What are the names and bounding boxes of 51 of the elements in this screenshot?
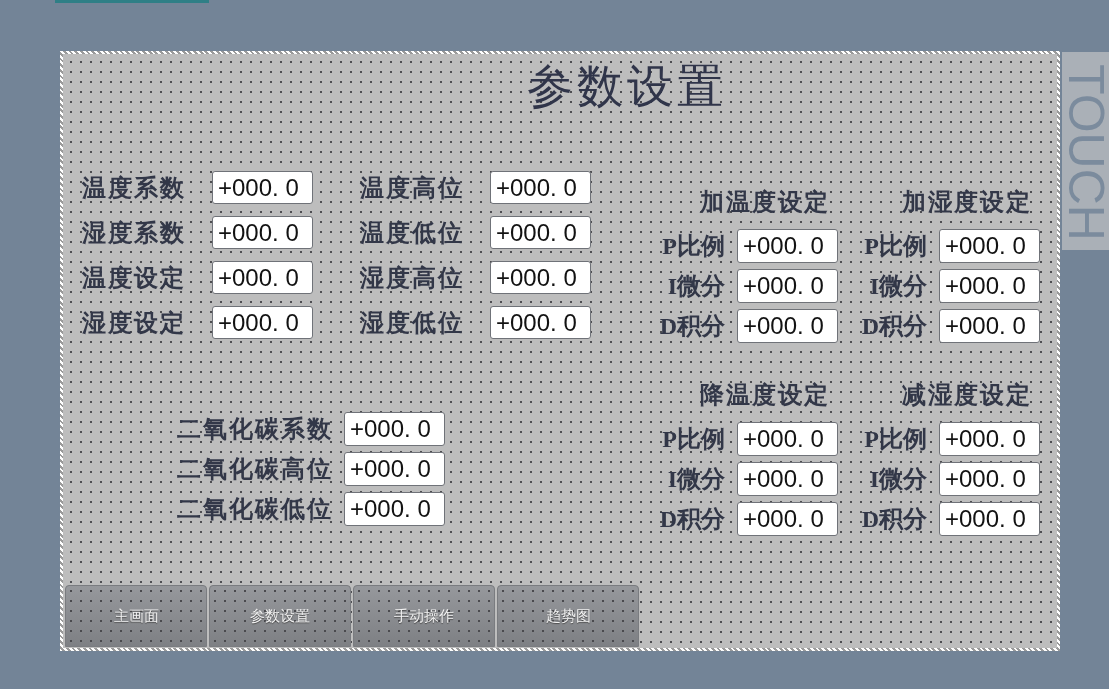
input-field[interactable]: +000. 0 [490, 306, 591, 339]
input-field[interactable]: +000. 0 [939, 422, 1040, 456]
field-label: 温度系数 [82, 173, 186, 202]
field-label: P比例 [662, 425, 725, 453]
field-label: D积分 [659, 505, 725, 533]
field-label: I微分 [869, 465, 927, 493]
input-field[interactable]: +000. 0 [212, 171, 313, 204]
field-label: D积分 [659, 312, 725, 340]
group-title: 加温度设定 [700, 189, 830, 215]
field-label: I微分 [667, 272, 725, 300]
field-label: P比例 [864, 232, 927, 260]
group-title: 降温度设定 [700, 382, 830, 408]
input-field[interactable]: +000. 0 [939, 502, 1040, 536]
field-label: 二氧化碳系数 [177, 415, 333, 443]
group-title: 减湿度设定 [902, 382, 1032, 408]
field-label: 温度高位 [360, 173, 464, 202]
field-label: P比例 [662, 232, 725, 260]
input-field[interactable]: +000. 0 [344, 492, 445, 526]
field-label: 湿度低位 [360, 308, 464, 337]
input-field[interactable]: +000. 0 [344, 452, 445, 486]
field-label: P比例 [864, 425, 927, 453]
input-field[interactable]: +000. 0 [344, 412, 445, 446]
input-field[interactable]: +000. 0 [490, 261, 591, 294]
field-label: 湿度高位 [360, 263, 464, 292]
input-field[interactable]: +000. 0 [212, 216, 313, 249]
input-field[interactable]: +000. 0 [737, 502, 838, 536]
field-label: I微分 [667, 465, 725, 493]
input-field[interactable]: +000. 0 [212, 261, 313, 294]
input-field[interactable]: +000. 0 [737, 462, 838, 496]
input-field[interactable]: +000. 0 [737, 269, 838, 303]
input-field[interactable]: +000. 0 [490, 216, 591, 249]
input-field[interactable]: +000. 0 [737, 309, 838, 343]
field-label: 二氧化碳低位 [177, 495, 333, 523]
input-field[interactable]: +000. 0 [939, 462, 1040, 496]
input-field[interactable]: +000. 0 [939, 229, 1040, 263]
input-field[interactable]: +000. 0 [737, 229, 838, 263]
input-field[interactable]: +000. 0 [490, 171, 591, 204]
input-field[interactable]: +000. 0 [212, 306, 313, 339]
field-label: 二氧化碳高位 [177, 455, 333, 483]
input-field[interactable]: +000. 0 [737, 422, 838, 456]
group-title: 加湿度设定 [902, 189, 1032, 215]
field-label: 温度低位 [360, 218, 464, 247]
input-field[interactable]: +000. 0 [939, 269, 1040, 303]
input-field[interactable]: +000. 0 [939, 309, 1040, 343]
field-label: D积分 [861, 505, 927, 533]
field-label: 湿度设定 [82, 308, 186, 337]
field-label: 湿度系数 [82, 218, 186, 247]
screen-title: 参数设置 [527, 62, 727, 112]
field-label: I微分 [869, 272, 927, 300]
field-label: 温度设定 [82, 263, 186, 292]
field-label: D积分 [861, 312, 927, 340]
